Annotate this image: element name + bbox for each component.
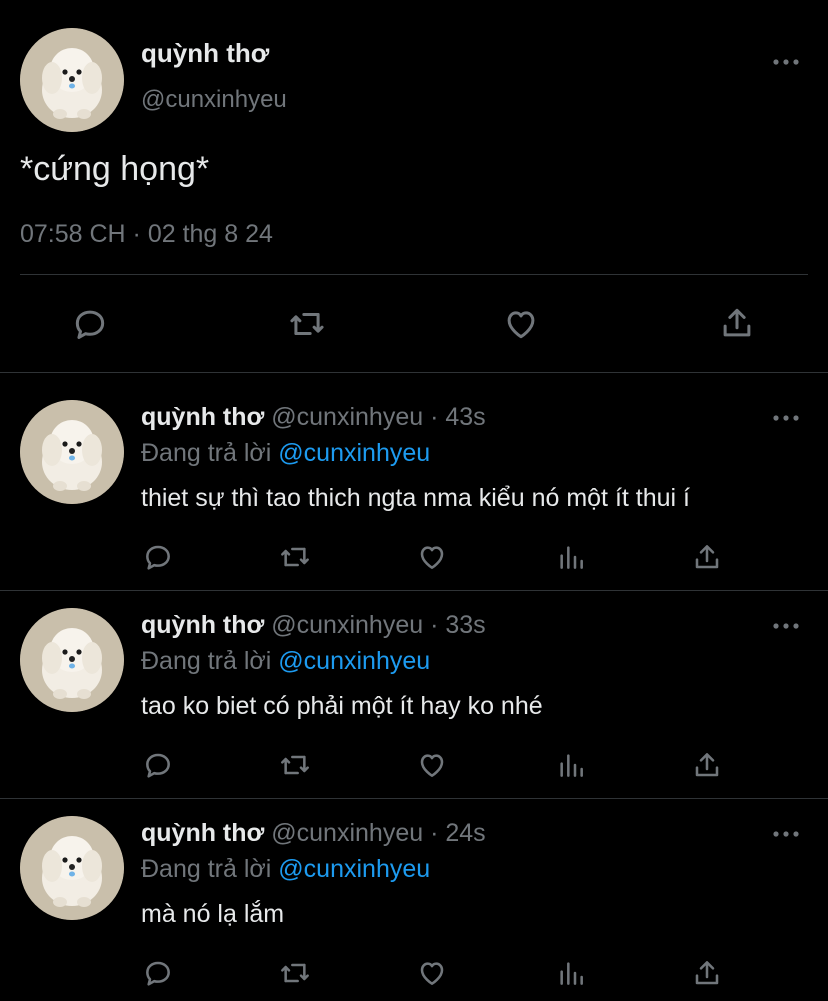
handle[interactable]: @cunxinhyeu [141, 86, 287, 114]
views-icon[interactable] [554, 956, 588, 990]
more-icon[interactable] [772, 408, 800, 428]
views-icon[interactable] [554, 748, 588, 782]
avatar[interactable] [20, 816, 124, 920]
display-name[interactable]: quỳnh thơ [141, 38, 269, 69]
dog-avatar-image [20, 28, 124, 132]
display-name[interactable]: quỳnh thơ [141, 819, 264, 847]
like-icon[interactable] [414, 540, 450, 574]
display-name[interactable]: quỳnh thơ [141, 403, 264, 431]
avatar[interactable] [20, 400, 124, 504]
timestamp[interactable]: 07:58 CH · 02 thg 8 24 [20, 220, 273, 249]
retweet-icon[interactable] [285, 304, 329, 344]
like-icon[interactable] [414, 956, 450, 990]
reply-icon[interactable] [70, 304, 110, 344]
divider [0, 590, 828, 591]
replying-to: Đang trả lời @cunxinhyeu [141, 855, 430, 884]
dog-avatar-image [20, 608, 124, 712]
share-icon[interactable] [690, 747, 724, 783]
reply-header: quỳnh thơ @cunxinhyeu · 24s [141, 819, 486, 848]
reply-icon[interactable] [141, 748, 175, 782]
avatar[interactable] [20, 608, 124, 712]
reply-header: quỳnh thơ @cunxinhyeu · 33s [141, 611, 486, 640]
relative-time[interactable]: · 33s [430, 611, 486, 639]
replying-prefix: Đang trả lời [141, 647, 272, 675]
retweet-icon[interactable] [276, 956, 314, 990]
replying-to-link[interactable]: @cunxinhyeu [278, 439, 430, 467]
share-icon[interactable] [690, 539, 724, 575]
relative-time[interactable]: · 24s [430, 819, 486, 847]
replying-to: Đang trả lời @cunxinhyeu [141, 439, 430, 468]
reply-text: tao ko biet có phải một ít hay ko nhé [141, 692, 543, 720]
replying-prefix: Đang trả lời [141, 855, 272, 883]
more-icon[interactable] [772, 824, 800, 844]
retweet-icon[interactable] [276, 748, 314, 782]
avatar[interactable] [20, 28, 124, 132]
reply-text: mà nó lạ lắm [141, 900, 285, 928]
share-icon[interactable] [717, 302, 757, 344]
replying-to-link[interactable]: @cunxinhyeu [278, 855, 430, 883]
like-icon[interactable] [500, 304, 542, 344]
display-name[interactable]: quỳnh thơ [141, 611, 264, 639]
divider [0, 798, 828, 799]
more-icon[interactable] [772, 616, 800, 636]
like-icon[interactable] [414, 748, 450, 782]
replying-prefix: Đang trả lời [141, 439, 272, 467]
handle[interactable]: @cunxinhyeu [271, 819, 423, 847]
reply-icon[interactable] [141, 540, 175, 574]
handle[interactable]: @cunxinhyeu [271, 611, 423, 639]
dog-avatar-image [20, 816, 124, 920]
divider [20, 274, 808, 275]
divider [0, 372, 828, 373]
reply-text: thiet sự thì tao thich ngta nma kiểu nó … [141, 484, 690, 512]
tweet-text: *cứng họng* [20, 150, 210, 188]
replying-to-link[interactable]: @cunxinhyeu [278, 647, 430, 675]
views-icon[interactable] [554, 540, 588, 574]
reply-icon[interactable] [141, 956, 175, 990]
handle[interactable]: @cunxinhyeu [271, 403, 423, 431]
dog-avatar-image [20, 400, 124, 504]
retweet-icon[interactable] [276, 540, 314, 574]
relative-time[interactable]: · 43s [430, 403, 486, 431]
more-icon[interactable] [772, 52, 800, 72]
replying-to: Đang trả lời @cunxinhyeu [141, 647, 430, 676]
share-icon[interactable] [690, 955, 724, 991]
reply-header: quỳnh thơ @cunxinhyeu · 43s [141, 403, 486, 432]
